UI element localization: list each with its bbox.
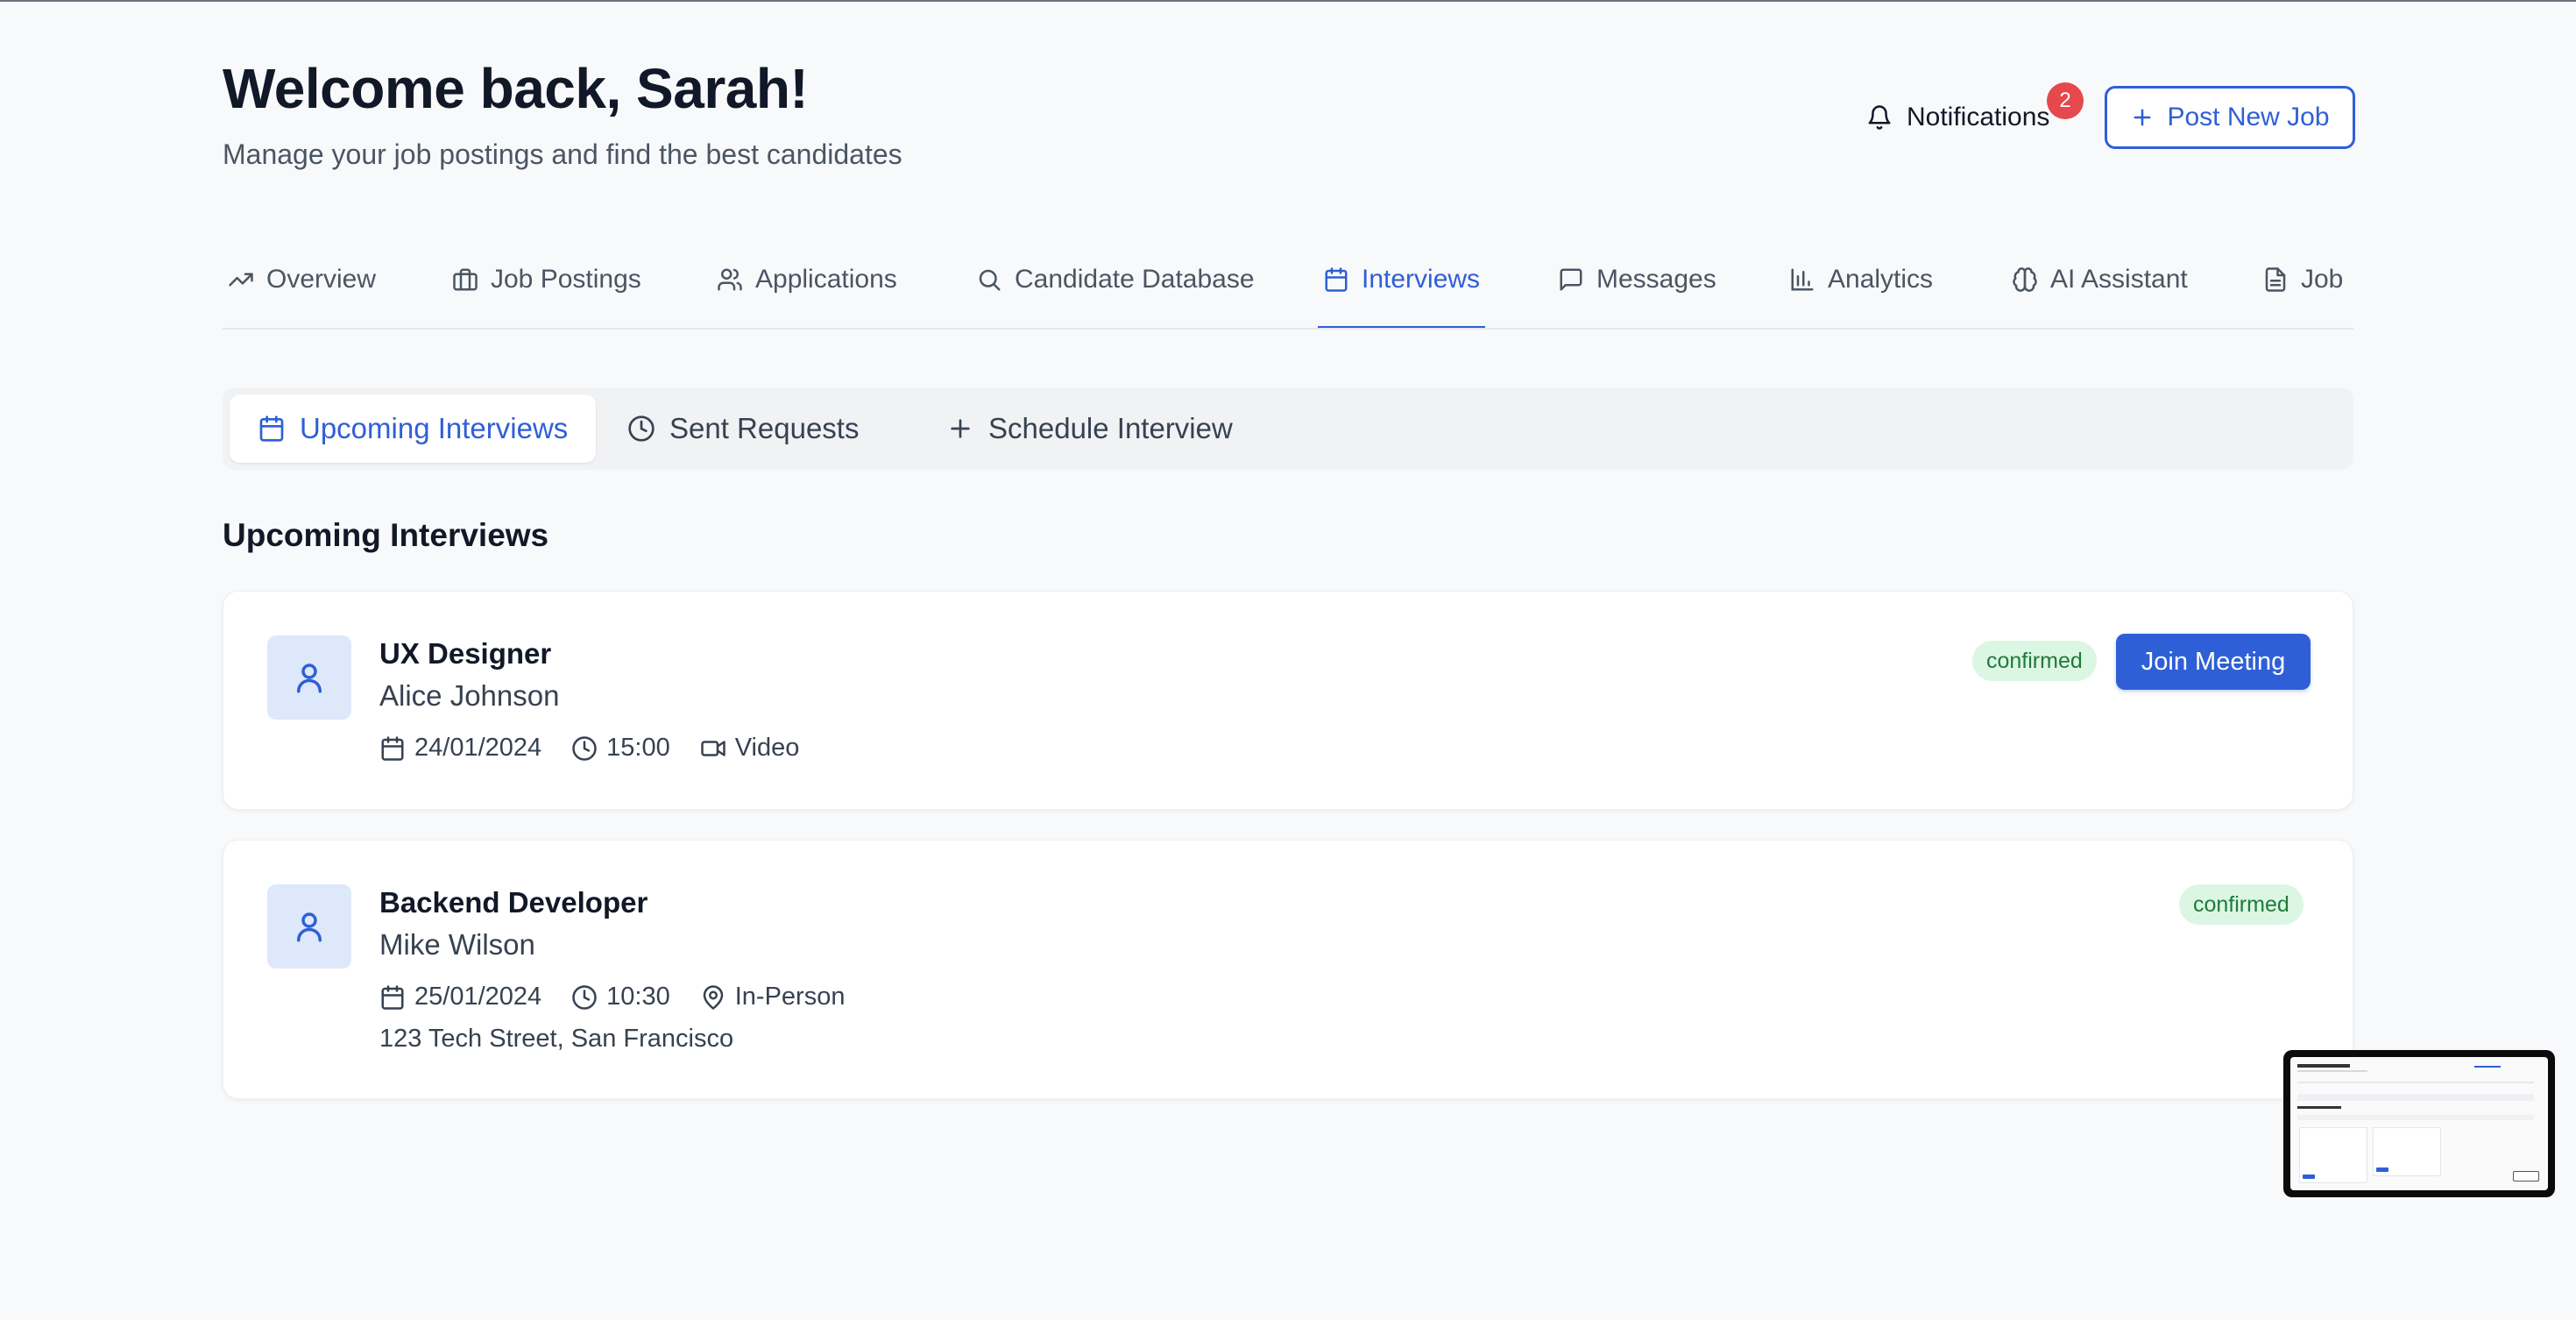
subtab-schedule-interview[interactable]: Schedule Interview [936,394,1261,463]
plus-icon [946,415,974,443]
interview-date: 25/01/2024 [379,983,541,1011]
briefcase-icon [452,265,478,293]
time-text: 15:00 [606,734,670,762]
notification-count-badge: 2 [2047,82,2084,119]
user-icon [291,908,328,945]
interview-card: UX Designer Alice Johnson 24/01/2024 15:… [223,591,2353,810]
interview-meta: 25/01/2024 10:30 In-Person [379,983,874,1011]
join-meeting-button[interactable]: Join Meeting [2116,634,2311,690]
subtab-upcoming-interviews[interactable]: Upcoming Interviews [230,394,597,463]
interview-date: 24/01/2024 [379,734,541,763]
video-icon [700,735,726,762]
section-title: Upcoming Interviews [223,517,549,553]
post-new-job-label: Post New Job [2167,103,2330,131]
tab-candidate-database[interactable]: Candidate Database [976,247,1255,328]
job-title: Backend Developer [379,886,648,919]
clock-icon [571,735,598,762]
users-icon [717,265,743,293]
tab-interviews[interactable]: Interviews [1318,247,1486,328]
brain-icon [2012,265,2038,293]
tab-label: Interviews [1362,265,1481,294]
subtab-label: Sent Requests [669,412,860,444]
map-pin-icon [700,984,726,1011]
message-icon [1558,265,1584,293]
interview-meta: 24/01/2024 15:00 Video [379,734,829,763]
tab-job[interactable]: Job [2262,247,2344,328]
clock-icon [571,984,598,1011]
calendar-icon [1323,265,1349,293]
subtab-sent-requests[interactable]: Sent Requests [617,394,887,463]
avatar [267,635,351,720]
tab-label: AI Assistant [2050,265,2188,294]
interview-time: 15:00 [571,734,670,763]
tab-overview[interactable]: Overview [228,247,377,328]
tab-messages[interactable]: Messages [1558,247,1716,328]
date-text: 24/01/2024 [414,734,542,762]
calendar-icon [258,415,286,443]
user-icon [291,659,328,696]
tab-label: Applications [755,265,897,294]
page-subtitle: Manage your job postings and find the be… [223,138,902,170]
status-badge: confirmed [2179,884,2304,925]
subtab-label: Upcoming Interviews [300,412,569,444]
bell-icon [1866,104,1893,131]
clock-icon [627,415,655,443]
interview-time: 10:30 [571,983,670,1011]
page-title: Welcome back, Sarah! [223,57,809,120]
main-tabs: Overview Job Postings Applications Candi… [223,247,2353,330]
date-text: 25/01/2024 [414,983,542,1011]
screen-preview-thumbnail[interactable] [2283,1050,2555,1197]
interview-card: Backend Developer Mike Wilson 25/01/2024… [223,840,2353,1099]
interview-mode: Video [700,734,800,763]
tab-label: Overview [266,265,377,294]
time-text: 10:30 [606,983,670,1011]
calendar-icon [379,984,406,1011]
mode-text: In-Person [734,983,846,1011]
tab-label: Job Postings [491,265,641,294]
tab-ai-assistant[interactable]: AI Assistant [2012,247,2188,328]
post-new-job-button[interactable]: Post New Job [2105,86,2355,149]
search-icon [976,265,1002,293]
avatar [267,884,351,969]
candidate-name: Alice Johnson [379,679,560,712]
document-icon [2262,265,2289,293]
interview-address: 123 Tech Street, San Francisco [379,1025,734,1053]
notifications-label: Notifications [1907,103,2050,131]
tab-label: Analytics [1828,265,1934,294]
mode-text: Video [734,734,800,762]
status-badge: confirmed [1972,641,2097,681]
calendar-icon [379,735,406,762]
subtab-label: Schedule Interview [988,412,1233,444]
bar-chart-icon [1789,265,1815,293]
tab-analytics[interactable]: Analytics [1789,247,1934,328]
tab-label: Job [2301,265,2344,294]
plus-icon [2130,105,2155,130]
interview-mode: In-Person [700,983,846,1011]
candidate-name: Mike Wilson [379,928,535,961]
interview-subtabs: Upcoming Interviews Sent Requests Schedu… [223,387,2353,470]
tab-job-postings[interactable]: Job Postings [452,247,641,328]
tab-label: Messages [1596,265,1716,294]
tab-label: Candidate Database [1015,265,1255,294]
preview-content [2290,1057,2548,1190]
job-title: UX Designer [379,637,552,670]
notifications-button[interactable]: Notifications [1866,96,2049,138]
trending-up-icon [228,265,254,293]
tab-applications[interactable]: Applications [717,247,897,328]
